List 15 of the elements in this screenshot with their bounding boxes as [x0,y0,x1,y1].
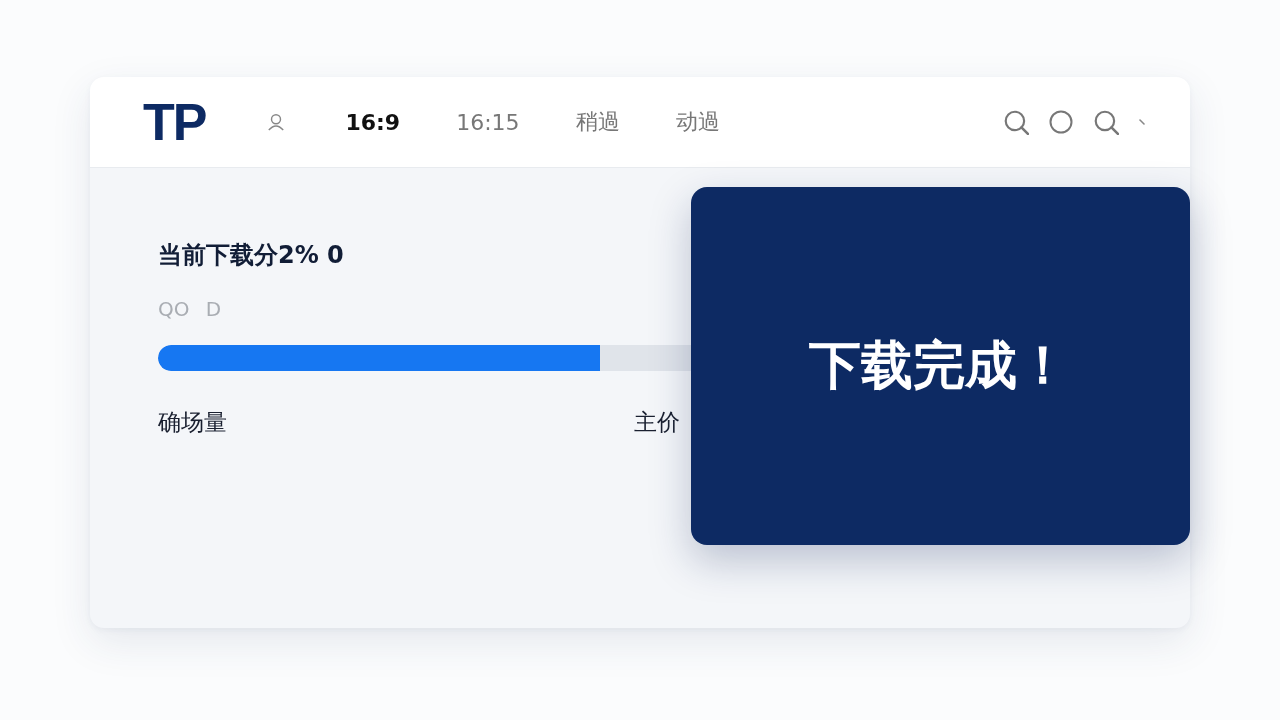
search-icon[interactable] [1093,109,1119,135]
nav-tab[interactable]: 稍過 [575,107,620,137]
logo: TP [143,96,206,148]
nav-tab[interactable]: 16:15 [456,109,520,135]
download-subtitle: QO D [158,297,222,322]
download-title: 当前下载分2% 0 [158,240,344,271]
completion-message: 下载完成！ [808,334,1069,397]
search-icon[interactable] [1003,109,1029,135]
nav-tab[interactable]: 动過 [675,107,720,137]
user-icon[interactable] [267,113,286,131]
nav-tab[interactable]: 16:9 [345,109,401,135]
progress-label: 确场量 [158,408,227,438]
tick-mark-icon [1139,119,1145,125]
circle-icon[interactable] [1049,110,1073,134]
progress-label: 主价 [634,408,680,438]
